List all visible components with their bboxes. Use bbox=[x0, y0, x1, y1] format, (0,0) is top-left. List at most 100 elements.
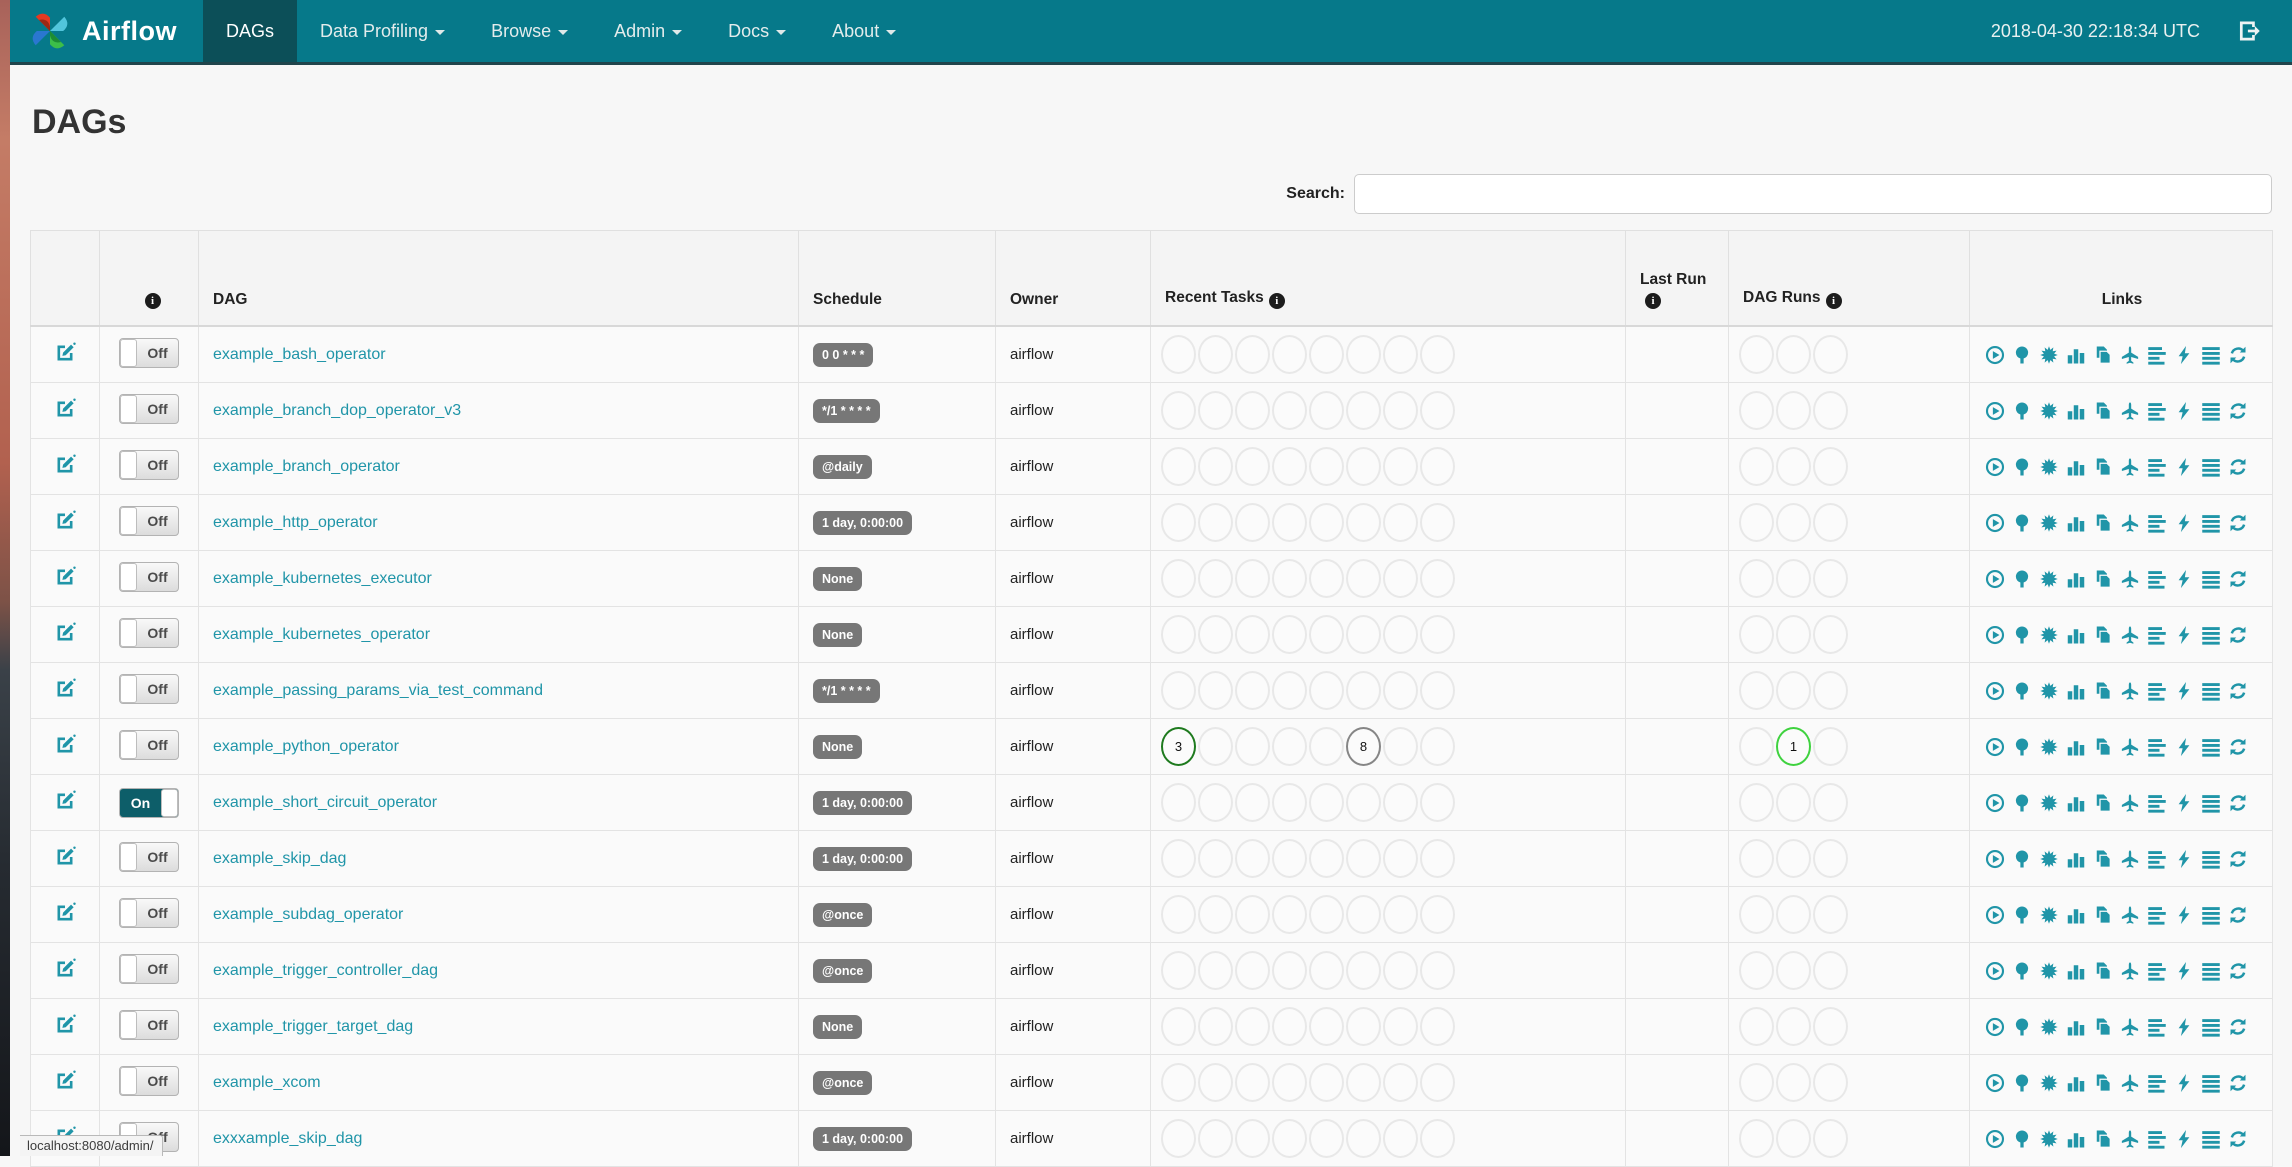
nav-item-browse[interactable]: Browse bbox=[468, 0, 591, 62]
graph-view-icon[interactable] bbox=[2039, 681, 2059, 701]
dag-run-state-circle[interactable] bbox=[1739, 615, 1774, 654]
task-tries-icon[interactable] bbox=[2093, 961, 2113, 981]
dag-run-state-circle[interactable] bbox=[1813, 503, 1848, 542]
task-state-circle[interactable] bbox=[1420, 391, 1455, 430]
trigger-dag-icon[interactable] bbox=[1985, 345, 2005, 365]
landing-times-icon[interactable] bbox=[2120, 569, 2140, 589]
task-duration-icon[interactable] bbox=[2066, 457, 2086, 477]
dag-run-state-circle[interactable]: 1 bbox=[1776, 727, 1811, 766]
dag-run-state-circle[interactable] bbox=[1813, 671, 1848, 710]
task-state-circle[interactable] bbox=[1346, 559, 1381, 598]
edit-dag-icon[interactable] bbox=[54, 678, 76, 700]
dag-pause-toggle[interactable]: Off bbox=[119, 1010, 179, 1040]
tree-view-icon[interactable] bbox=[2012, 1073, 2032, 1093]
edit-dag-icon[interactable] bbox=[54, 454, 76, 476]
task-state-circle[interactable] bbox=[1383, 783, 1418, 822]
refresh-icon[interactable] bbox=[2228, 961, 2248, 981]
task-state-circle[interactable] bbox=[1272, 895, 1307, 934]
landing-times-icon[interactable] bbox=[2120, 401, 2140, 421]
edit-dag-icon[interactable] bbox=[54, 902, 76, 924]
task-state-circle[interactable] bbox=[1420, 615, 1455, 654]
task-state-circle[interactable] bbox=[1272, 615, 1307, 654]
code-view-icon[interactable] bbox=[2174, 737, 2194, 757]
task-state-circle[interactable] bbox=[1346, 839, 1381, 878]
refresh-icon[interactable] bbox=[2228, 457, 2248, 477]
task-duration-icon[interactable] bbox=[2066, 569, 2086, 589]
task-state-circle[interactable] bbox=[1420, 1119, 1455, 1158]
logs-icon[interactable] bbox=[2201, 457, 2221, 477]
dag-link[interactable]: exxxample_skip_dag bbox=[213, 1130, 362, 1147]
task-state-circle[interactable] bbox=[1420, 839, 1455, 878]
task-tries-icon[interactable] bbox=[2093, 569, 2113, 589]
landing-times-icon[interactable] bbox=[2120, 1017, 2140, 1037]
task-duration-icon[interactable] bbox=[2066, 793, 2086, 813]
task-state-circle[interactable] bbox=[1309, 727, 1344, 766]
graph-view-icon[interactable] bbox=[2039, 345, 2059, 365]
task-state-circle[interactable] bbox=[1235, 783, 1270, 822]
dag-run-state-circle[interactable] bbox=[1776, 559, 1811, 598]
dag-run-state-circle[interactable] bbox=[1776, 335, 1811, 374]
task-duration-icon[interactable] bbox=[2066, 345, 2086, 365]
logs-icon[interactable] bbox=[2201, 401, 2221, 421]
dag-run-state-circle[interactable] bbox=[1813, 559, 1848, 598]
task-state-circle[interactable] bbox=[1235, 559, 1270, 598]
trigger-dag-icon[interactable] bbox=[1985, 961, 2005, 981]
trigger-dag-icon[interactable] bbox=[1985, 401, 2005, 421]
edit-dag-icon[interactable] bbox=[54, 342, 76, 364]
graph-view-icon[interactable] bbox=[2039, 905, 2059, 925]
landing-times-icon[interactable] bbox=[2120, 681, 2140, 701]
task-state-circle[interactable] bbox=[1309, 1063, 1344, 1102]
task-duration-icon[interactable] bbox=[2066, 1073, 2086, 1093]
task-duration-icon[interactable] bbox=[2066, 681, 2086, 701]
trigger-dag-icon[interactable] bbox=[1985, 681, 2005, 701]
task-state-circle[interactable] bbox=[1420, 727, 1455, 766]
task-state-circle[interactable] bbox=[1383, 839, 1418, 878]
task-state-circle[interactable] bbox=[1198, 671, 1233, 710]
tree-view-icon[interactable] bbox=[2012, 737, 2032, 757]
task-state-circle[interactable] bbox=[1420, 895, 1455, 934]
gantt-view-icon[interactable] bbox=[2147, 513, 2167, 533]
task-state-circle[interactable] bbox=[1198, 783, 1233, 822]
dag-run-state-circle[interactable] bbox=[1739, 839, 1774, 878]
task-duration-icon[interactable] bbox=[2066, 1129, 2086, 1149]
task-state-circle[interactable] bbox=[1383, 895, 1418, 934]
gantt-view-icon[interactable] bbox=[2147, 345, 2167, 365]
task-state-circle[interactable] bbox=[1272, 951, 1307, 990]
dag-run-state-circle[interactable] bbox=[1739, 1063, 1774, 1102]
task-state-circle[interactable] bbox=[1420, 1007, 1455, 1046]
task-state-circle[interactable] bbox=[1383, 1063, 1418, 1102]
task-state-circle[interactable] bbox=[1420, 671, 1455, 710]
dag-run-state-circle[interactable] bbox=[1776, 391, 1811, 430]
task-state-circle[interactable] bbox=[1346, 895, 1381, 934]
dag-run-state-circle[interactable] bbox=[1739, 503, 1774, 542]
dag-run-state-circle[interactable] bbox=[1813, 951, 1848, 990]
edit-dag-icon[interactable] bbox=[54, 1014, 76, 1036]
dag-run-state-circle[interactable] bbox=[1813, 839, 1848, 878]
task-state-circle[interactable] bbox=[1420, 559, 1455, 598]
task-state-circle[interactable] bbox=[1309, 503, 1344, 542]
trigger-dag-icon[interactable] bbox=[1985, 1073, 2005, 1093]
tree-view-icon[interactable] bbox=[2012, 1129, 2032, 1149]
task-tries-icon[interactable] bbox=[2093, 513, 2113, 533]
task-state-circle[interactable] bbox=[1272, 727, 1307, 766]
dag-pause-toggle[interactable]: Off bbox=[119, 842, 179, 872]
refresh-icon[interactable] bbox=[2228, 345, 2248, 365]
logs-icon[interactable] bbox=[2201, 345, 2221, 365]
nav-item-docs[interactable]: Docs bbox=[705, 0, 809, 62]
task-state-circle[interactable] bbox=[1309, 671, 1344, 710]
dag-link[interactable]: example_http_operator bbox=[213, 514, 378, 531]
task-state-circle[interactable] bbox=[1383, 503, 1418, 542]
refresh-icon[interactable] bbox=[2228, 681, 2248, 701]
dag-pause-toggle[interactable]: On bbox=[119, 787, 179, 818]
airflow-brand[interactable]: Airflow bbox=[10, 0, 203, 62]
gantt-view-icon[interactable] bbox=[2147, 1017, 2167, 1037]
dag-link[interactable]: example_passing_params_via_test_command bbox=[213, 682, 543, 699]
code-view-icon[interactable] bbox=[2174, 849, 2194, 869]
edit-dag-icon[interactable] bbox=[54, 510, 76, 532]
dag-run-state-circle[interactable] bbox=[1739, 671, 1774, 710]
dag-run-state-circle[interactable] bbox=[1813, 727, 1848, 766]
task-state-circle[interactable]: 8 bbox=[1346, 727, 1381, 766]
dag-link[interactable]: example_bash_operator bbox=[213, 346, 386, 363]
task-duration-icon[interactable] bbox=[2066, 961, 2086, 981]
gantt-view-icon[interactable] bbox=[2147, 849, 2167, 869]
